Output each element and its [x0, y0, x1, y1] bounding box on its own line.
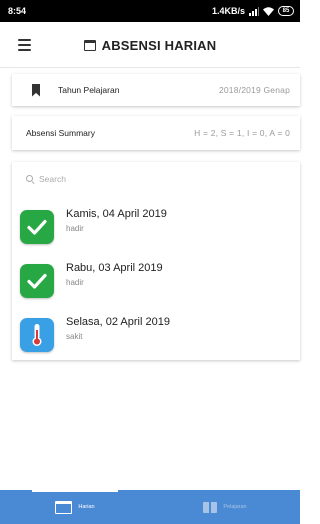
page-title: ABSENSI HARIAN — [101, 37, 217, 53]
search-placeholder: Search — [39, 174, 66, 184]
calendar-icon — [55, 500, 73, 514]
tab-pelajaran[interactable]: Pelajaran — [150, 490, 300, 524]
thermometer-icon — [20, 318, 54, 352]
summary-value: H = 2, S = 1, I = 0, A = 0 — [194, 128, 290, 138]
book-icon — [203, 501, 218, 513]
battery-icon: 85 — [278, 6, 294, 16]
list-item[interactable]: Rabu, 03 April 2019 hadir — [20, 258, 290, 298]
battery-level: 85 — [282, 8, 290, 14]
search-input[interactable]: Search — [26, 172, 66, 186]
entry-date: Kamis, 04 April 2019 — [66, 208, 167, 220]
bookmark-icon — [32, 83, 40, 97]
list-item[interactable]: Selasa, 02 April 2019 sakit — [20, 312, 290, 352]
check-icon — [20, 264, 54, 298]
wifi-icon — [263, 6, 274, 16]
active-tab-indicator — [32, 490, 118, 492]
status-time: 8:54 — [8, 6, 27, 16]
search-icon — [26, 175, 34, 183]
attendance-summary-row: Absensi Summary H = 2, S = 1, I = 0, A =… — [12, 116, 300, 150]
academic-year-row[interactable]: Tahun Pelajaran 2018/2019 Genap — [12, 74, 300, 106]
check-icon — [20, 210, 54, 244]
entry-status: sakit — [66, 332, 83, 341]
calendar-icon — [83, 39, 96, 51]
academic-year-value: 2018/2019 Genap — [218, 85, 290, 95]
status-bar: 8:54 1.4KB/s 85 — [0, 0, 300, 22]
summary-label: Absensi Summary — [26, 128, 95, 138]
entry-date: Rabu, 03 April 2019 — [66, 262, 163, 274]
status-indicators: 1.4KB/s 85 — [212, 6, 294, 16]
entry-status: hadir — [66, 278, 84, 287]
entry-date: Selasa, 02 April 2019 — [66, 316, 170, 328]
tab-pelajaran-label: Pelajaran — [223, 504, 247, 510]
bottom-nav: Harian Pelajaran — [0, 490, 300, 524]
attendance-list-card: Search Kamis, 04 April 2019 hadir Rabu, … — [12, 162, 300, 360]
page-title-wrapper: ABSENSI HARIAN — [0, 22, 300, 68]
tab-harian[interactable]: Harian — [0, 490, 150, 524]
network-speed: 1.4KB/s — [211, 6, 245, 16]
app-bar: ABSENSI HARIAN — [0, 22, 300, 68]
signal-icon — [249, 6, 259, 16]
tab-harian-label: Harian — [78, 504, 95, 510]
entry-status: hadir — [66, 224, 84, 233]
academic-year-label: Tahun Pelajaran — [58, 85, 120, 95]
list-item[interactable]: Kamis, 04 April 2019 hadir — [20, 204, 290, 244]
